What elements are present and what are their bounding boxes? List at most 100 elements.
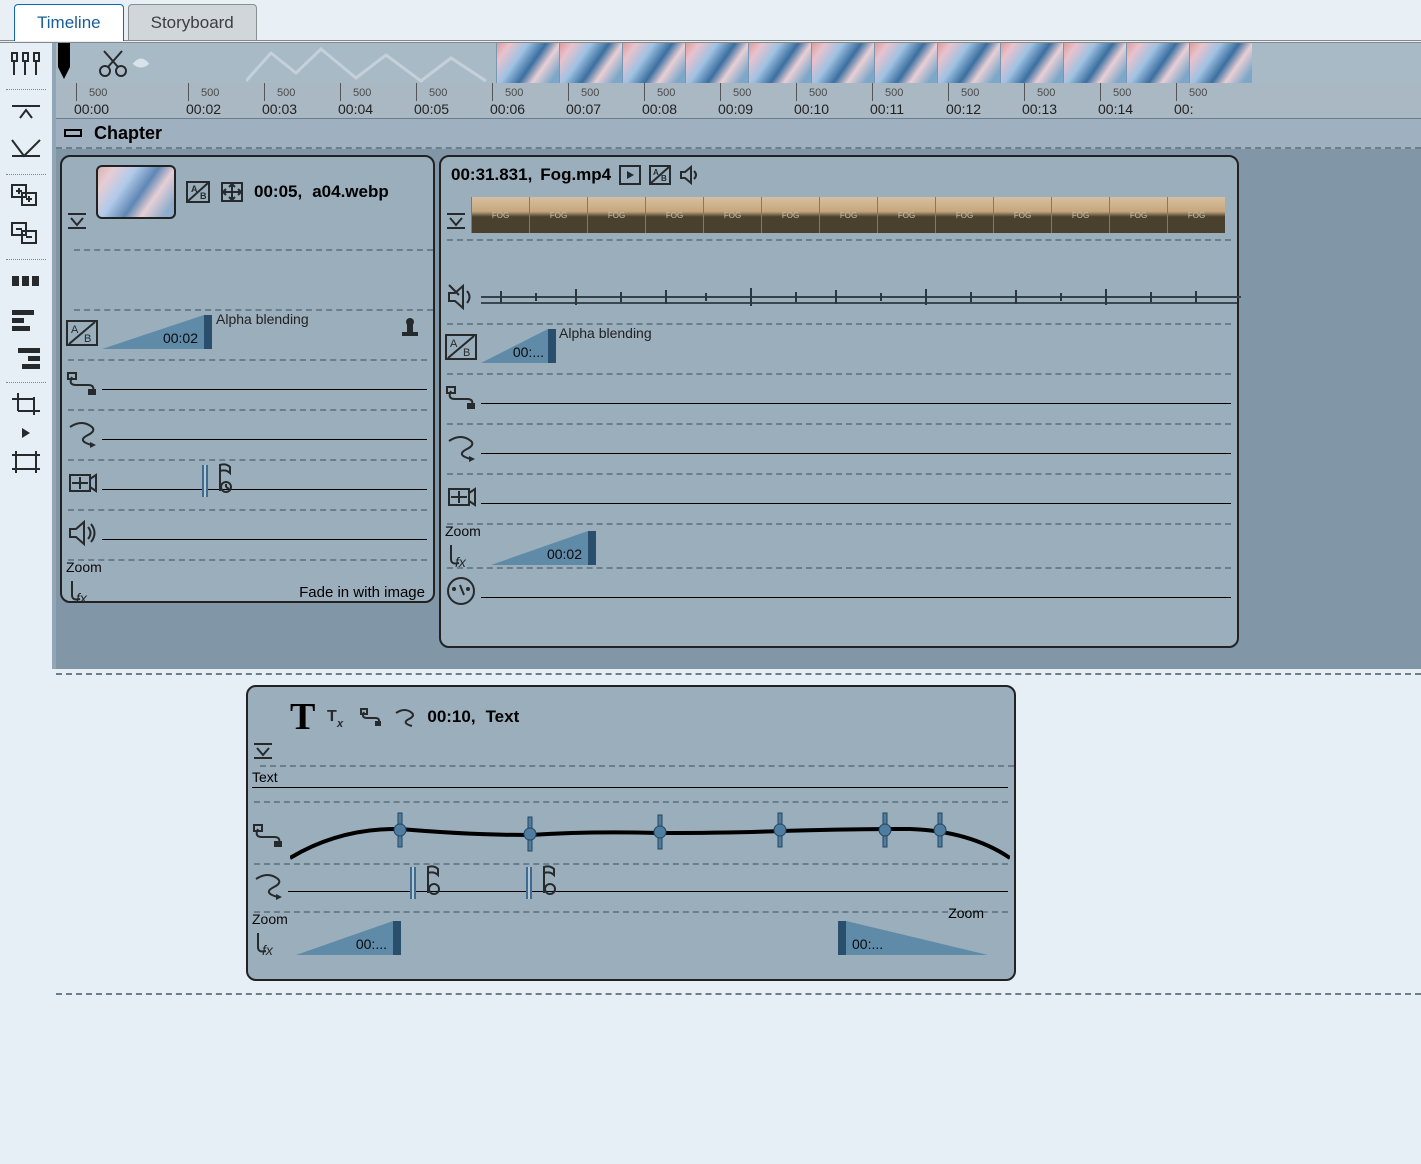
fx-lane[interactable]: Zoom fx Fade in with image	[62, 561, 433, 605]
path-lane[interactable]	[441, 375, 1237, 425]
clip-thumbnail-strip: FOGFOGFOGFOGFOGFOGFOGFOGFOGFOGFOGFOGFOG	[471, 197, 1237, 233]
keyframe-marker[interactable]	[526, 867, 532, 899]
ruler-sub-label: 500	[1037, 87, 1055, 99]
stamp-icon[interactable]	[401, 317, 419, 337]
top-preview-strip	[56, 43, 1421, 83]
ruler-sub-label: 500	[505, 87, 523, 99]
path-lane-icon	[252, 819, 284, 851]
path-small-icon[interactable]	[359, 705, 383, 729]
insert-handle-icon[interactable]	[446, 211, 466, 232]
speed-lane[interactable]	[441, 569, 1237, 613]
tool-align-right-icon[interactable]	[2, 340, 50, 374]
scissors-icon[interactable]	[98, 48, 128, 78]
keyframe-marker[interactable]	[202, 465, 208, 497]
text-fx-icon[interactable]: Tx	[325, 705, 349, 729]
audio-lane[interactable]: /*placeholder*/	[441, 275, 1237, 325]
ruler-sub-label: 500	[809, 87, 827, 99]
clip-duration: 00:10,	[427, 707, 475, 727]
move-icon[interactable]	[220, 181, 244, 203]
ruler-sub-label: 500	[581, 87, 599, 99]
ruler-time-label: 00:14	[1098, 101, 1133, 117]
svg-text:B: B	[661, 174, 667, 183]
time-ruler[interactable]: 00:0000:0200:0300:0400:0500:0600:0700:08…	[56, 83, 1421, 119]
clip-a04[interactable]: AB 00:05, a04.webp AB 00:02	[60, 155, 435, 603]
svg-text:A: A	[71, 324, 79, 336]
shape-icon[interactable]	[128, 50, 154, 76]
keyframe-marker[interactable]	[410, 867, 416, 899]
insert-handle-icon[interactable]	[253, 741, 273, 762]
ruler-sub-label: 500	[1189, 87, 1207, 99]
ruler-sub-label: 500	[277, 87, 295, 99]
tool-group-add-icon[interactable]	[2, 179, 50, 213]
ab-icon[interactable]: AB	[186, 181, 210, 203]
curve-lane[interactable]	[441, 425, 1237, 475]
zoom-label: Zoom	[66, 559, 102, 575]
fx-lane-icon: fx	[252, 927, 284, 959]
fx-lane[interactable]: Zoom fx 00:02	[441, 525, 1237, 569]
tool-cut-below-icon[interactable]	[2, 132, 50, 166]
flag-icon[interactable]	[218, 463, 234, 496]
collapse-icon[interactable]	[64, 129, 82, 137]
zoom-label-right: Zoom	[948, 905, 984, 921]
ab-icon[interactable]: AB	[649, 165, 671, 185]
path-lane-icon	[66, 367, 98, 399]
tool-crop-icon[interactable]	[2, 387, 50, 421]
camera-lane-icon	[445, 481, 477, 513]
transition-name: Alpha blending	[216, 311, 309, 327]
svg-text:fx: fx	[76, 590, 88, 606]
ruler-time-label: 00:09	[718, 101, 753, 117]
ruler-time-label: 00:11	[870, 101, 904, 117]
tool-markers-icon[interactable]	[2, 47, 50, 81]
svg-text:T: T	[327, 708, 337, 725]
ruler-time-label: 00:04	[338, 101, 373, 117]
clip-title: Text	[486, 707, 520, 727]
sound-lane[interactable]	[62, 511, 433, 561]
ruler-time-label: 00:13	[1022, 101, 1057, 117]
chapter-header[interactable]: Chapter	[56, 119, 1421, 149]
motion-curve[interactable]	[290, 803, 1010, 863]
clip-text[interactable]: T Tx 00:10, Text Text	[246, 685, 1016, 981]
video-icon[interactable]	[619, 165, 641, 185]
flag-icon[interactable]	[542, 865, 558, 898]
zoom-time: 00:02	[547, 546, 582, 562]
insert-handle-icon[interactable]	[67, 211, 87, 232]
svg-text:B: B	[463, 347, 470, 359]
camera-lane[interactable]	[62, 461, 433, 511]
clip-filename: Fog.mp4	[540, 165, 611, 185]
tool-frame-icon[interactable]	[2, 445, 50, 479]
curve-small-icon[interactable]	[393, 705, 417, 729]
tool-play-icon[interactable]	[2, 425, 50, 441]
audio-lane-icon	[445, 281, 477, 313]
sound-icon[interactable]	[679, 165, 701, 185]
tool-columns-icon[interactable]	[2, 264, 50, 298]
tool-align-left-icon[interactable]	[2, 302, 50, 336]
playhead-icon[interactable]	[58, 43, 74, 83]
ruler-time-label: 00:00	[74, 101, 109, 117]
tool-cut-above-icon[interactable]	[2, 94, 50, 128]
flag-icon[interactable]	[426, 865, 442, 898]
fx-lane[interactable]: Zoom fx 00:... Zoom 00:...	[248, 913, 1014, 959]
path-lane[interactable]	[62, 361, 433, 411]
svg-text:fx: fx	[262, 942, 274, 958]
ruler-sub-label: 500	[885, 87, 903, 99]
curve-lane-icon	[252, 869, 284, 901]
tab-timeline[interactable]: Timeline	[14, 4, 124, 41]
curve-lane[interactable]	[62, 411, 433, 461]
ruler-time-label: 00:06	[490, 101, 525, 117]
ruler-time-label: 00:03	[262, 101, 297, 117]
speed-lane-icon	[445, 575, 477, 607]
transition-lane[interactable]: AB 00:02 Alpha blending	[62, 311, 433, 361]
side-toolbar	[0, 43, 56, 669]
camera-lane[interactable]	[441, 475, 1237, 525]
clip-fog[interactable]: 00:31.831, Fog.mp4 AB FOGFOGFOGFOGFOGFOG…	[439, 155, 1239, 648]
text-track-lane[interactable]: Text	[248, 767, 1014, 803]
zoom-label: Zoom	[252, 911, 288, 927]
camera-lane-icon	[66, 467, 98, 499]
transition-lane[interactable]: AB 00:... Alpha blending	[441, 325, 1237, 375]
transition-name: Alpha blending	[559, 325, 652, 341]
curve-lane[interactable]	[248, 863, 1014, 913]
motion-curve-lane[interactable]	[248, 803, 1014, 863]
tool-group-remove-icon[interactable]	[2, 217, 50, 251]
ruler-time-label: 00:07	[566, 101, 601, 117]
tab-storyboard[interactable]: Storyboard	[128, 4, 257, 41]
